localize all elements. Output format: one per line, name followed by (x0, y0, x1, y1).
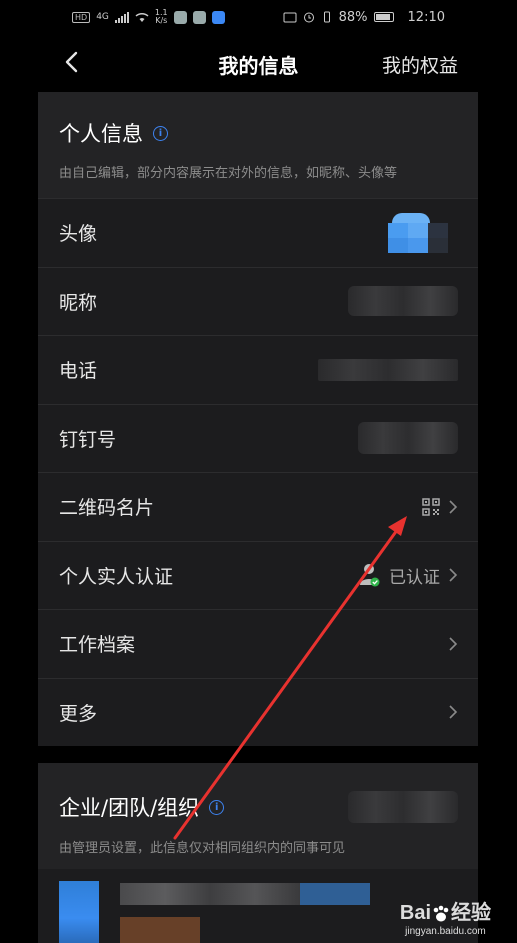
wifi-icon (135, 12, 149, 22)
row-value (448, 704, 458, 720)
qr-code-icon (422, 498, 440, 516)
clock: 12:10 (407, 9, 445, 25)
row-value (448, 636, 458, 652)
row-value (422, 498, 458, 516)
nickname-blurred (348, 286, 458, 317)
watermark-brand-left: Bai (399, 902, 431, 924)
watermark-brand: Bai 经验 (400, 896, 491, 925)
organization-logo-blurred (59, 881, 99, 943)
row-label: 更多 (59, 702, 98, 725)
personal-info-header: 个人信息 i 由自己编辑，部分内容展示在对外的信息，如昵称、头像等 (38, 92, 478, 198)
speed-unit: K/s (155, 16, 168, 25)
organization-header: 企业/团队/组织 i 由管理员设置，此信息仅对相同组织内的同事可见 (38, 763, 478, 869)
info-icon[interactable]: i (209, 799, 225, 815)
row-work-profile[interactable]: 工作档案 (38, 609, 478, 678)
row-value (358, 422, 458, 455)
screen: HD 4G 1.1 K/s 88% 12:10 我的信息 我的权益 个人信息 i… (0, 0, 517, 943)
row-value (388, 212, 458, 253)
personal-info-title-row: 个人信息 i (59, 118, 458, 148)
row-qr-card[interactable]: 二维码名片 (38, 472, 478, 541)
organization-name-blurred (120, 883, 300, 905)
chevron-right-icon (449, 568, 458, 582)
row-nickname[interactable]: 昵称 (38, 266, 478, 336)
watermark-brand-right: 经验 (451, 902, 491, 924)
phone-blurred (318, 358, 458, 381)
vibrate-icon (323, 11, 330, 23)
row-dingtalk-id[interactable]: 钉钉号 (38, 403, 478, 473)
info-icon[interactable]: i (153, 125, 168, 141)
row-phone[interactable]: 电话 (38, 335, 478, 404)
hd-badge: HD (72, 11, 91, 23)
battery-percent: 88% (338, 9, 368, 25)
row-label: 工作档案 (59, 634, 136, 657)
status-right: 88% 12:10 (283, 10, 445, 25)
avatar-blurred (388, 212, 458, 253)
verification-status: 已认证 (389, 567, 440, 588)
network-type: 4G (96, 12, 109, 22)
row-label: 二维码名片 (59, 497, 155, 520)
network-speed: 1.1 K/s (155, 9, 168, 25)
row-identity-verification[interactable]: 个人实人认证 已认证 (38, 540, 478, 610)
baidu-paw-icon (433, 905, 449, 922)
status-bar: HD 4G 1.1 K/s 88% 12:10 (0, 0, 517, 34)
chevron-right-icon (449, 705, 458, 719)
verified-person-icon (360, 564, 380, 587)
battery-icon (373, 12, 394, 22)
personal-info-description: 由自己编辑，部分内容展示在对外的信息，如昵称、头像等 (59, 166, 398, 181)
dingtalk-id-blurred (358, 422, 458, 455)
watermark-url: jingyan.baidu.com (405, 926, 486, 937)
wechat-icon (192, 10, 206, 24)
baidu-watermark: Bai 经验 jingyan.baidu.com (400, 896, 491, 937)
row-value: 已认证 (359, 562, 458, 588)
dingtalk-icon (211, 10, 225, 24)
organization-action-blurred[interactable] (348, 791, 458, 823)
chevron-right-icon (449, 500, 458, 514)
status-left: HD 4G 1.1 K/s (72, 9, 225, 25)
alarm-icon (303, 12, 314, 23)
row-value (348, 286, 458, 317)
row-avatar[interactable]: 头像 (38, 198, 478, 267)
organization-sub-blurred (300, 883, 370, 905)
row-label: 头像 (59, 223, 98, 246)
row-label: 钉钉号 (59, 428, 117, 451)
cast-icon (283, 12, 297, 22)
personal-info-card: 个人信息 i 由自己编辑，部分内容展示在对外的信息，如昵称、头像等 头像 昵称 … (38, 92, 478, 746)
my-benefits-link[interactable]: 我的权益 (382, 51, 458, 78)
row-label: 昵称 (59, 291, 98, 314)
organization-title: 企业/团队/组织 (59, 796, 200, 820)
battery-fill (375, 14, 390, 20)
chevron-right-icon (449, 637, 458, 651)
row-more[interactable]: 更多 (38, 677, 478, 747)
organization-description: 由管理员设置，此信息仅对相同组织内的同事可见 (59, 841, 346, 856)
row-value (318, 358, 458, 381)
signal-icon (114, 11, 129, 23)
organization-title-row: 企业/团队/组织 i (59, 791, 458, 823)
row-label: 电话 (59, 360, 98, 383)
organization-title-group: 企业/团队/组织 i (59, 792, 225, 822)
organization-role-blurred (120, 917, 200, 943)
app-notification-icon (173, 10, 187, 24)
personal-info-title: 个人信息 (59, 122, 143, 146)
row-label: 个人实人认证 (59, 565, 174, 588)
nav-header: 我的信息 我的权益 (0, 34, 517, 92)
